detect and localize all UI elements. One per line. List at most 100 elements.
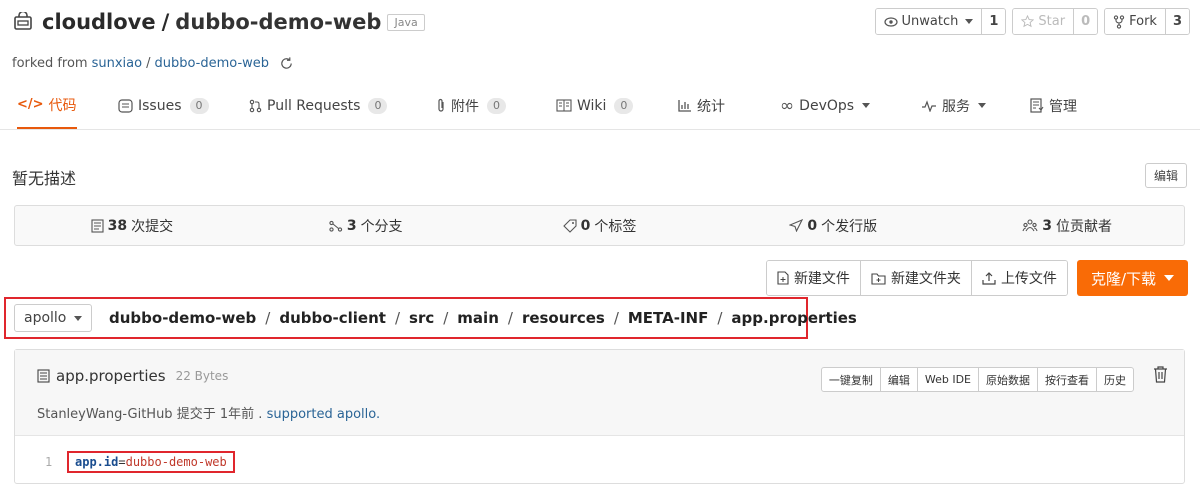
fork-icon — [1113, 14, 1125, 29]
stat-releases[interactable]: 0 个发行版 — [716, 206, 950, 245]
file-panel: app.properties 22 Bytes StanleyWang-GitH… — [14, 349, 1185, 484]
line-number[interactable]: 1 — [45, 455, 63, 469]
code-value: dubbo-demo-web — [125, 455, 227, 469]
stat-contributors[interactable]: 3 位贡献者 — [950, 206, 1184, 245]
repo-title: cloudlove / dubbo-demo-web Java — [42, 10, 425, 34]
watch-count[interactable]: 1 — [981, 9, 1006, 34]
web-ide-button[interactable]: Web IDE — [918, 368, 979, 391]
copy-button[interactable]: 一键复制 — [822, 368, 881, 391]
tags-label: 个标签 — [594, 218, 637, 235]
new-file-label: 新建文件 — [793, 271, 850, 287]
issues-count-badge: 0 — [189, 97, 209, 114]
contributors-label: 位贡献者 — [1055, 218, 1112, 235]
eye-icon — [883, 16, 898, 28]
chevron-down-icon — [965, 19, 974, 24]
code-equals: = — [118, 455, 126, 469]
breadcrumb-separator: / — [394, 309, 401, 327]
forked-from-line: forked from sunxiao / dubbo-demo-web — [12, 56, 294, 71]
new-file-button[interactable]: 新建文件 — [766, 261, 861, 295]
branches-count: 3 — [346, 217, 357, 234]
breadcrumb-item[interactable]: META-INF — [628, 309, 708, 327]
breadcrumb-separator: / — [507, 309, 513, 327]
commits-label: 次提交 — [131, 218, 174, 235]
clone-download-button[interactable]: 克隆/下载 — [1076, 260, 1188, 296]
forked-from-repo-link[interactable]: dubbo-demo-web — [154, 56, 269, 71]
file-icon — [37, 369, 50, 383]
sync-icon[interactable] — [279, 56, 294, 71]
file-title: app.properties 22 Bytes — [37, 367, 228, 385]
tab-manage[interactable]: 管理 — [1030, 82, 1077, 129]
history-button[interactable]: 历史 — [1097, 368, 1133, 391]
forked-from-owner-link[interactable]: sunxiao — [92, 56, 142, 71]
watch-button[interactable]: Unwatch 1 — [874, 8, 1007, 35]
chevron-down-icon — [74, 315, 83, 321]
fork-count[interactable]: 3 — [1164, 9, 1189, 34]
new-folder-label: 新建文件夹 — [890, 271, 961, 287]
file-name: app.properties — [56, 367, 166, 385]
send-icon — [789, 219, 804, 232]
star-icon — [1021, 15, 1035, 28]
issues-icon — [118, 98, 133, 113]
tab-stats[interactable]: 统计 — [678, 82, 725, 129]
tab-manage-label: 管理 — [1049, 98, 1077, 115]
clone-download-label: 克隆/下载 — [1090, 269, 1156, 288]
stat-commits[interactable]: 38 次提交 — [15, 206, 249, 245]
tab-code-label: 代码 — [48, 97, 77, 114]
repo-description: 暂无描述 — [12, 169, 77, 188]
tab-pull-requests[interactable]: Pull Requests 0 — [249, 82, 388, 129]
breadcrumb-item[interactable]: main — [457, 309, 499, 327]
commit-author[interactable]: StanleyWang-GitHub — [37, 407, 173, 422]
tab-attachments-label: 附件 — [451, 98, 479, 115]
contributors-count: 3 — [1042, 217, 1052, 234]
breadcrumb-item[interactable]: dubbo-demo-web — [109, 309, 256, 327]
commit-message-link[interactable]: supported apollo. — [267, 407, 381, 422]
file-action-toolbar: 新建文件 新建文件夹 上传文件 克隆/下载 — [765, 260, 1188, 296]
tab-wiki[interactable]: Wiki 0 — [556, 82, 634, 129]
edit-file-button[interactable]: 编辑 — [881, 368, 918, 391]
star-label: Star — [1038, 14, 1066, 29]
code-line: 1 app.id = dubbo-demo-web — [45, 451, 235, 473]
paperclip-icon — [436, 98, 446, 113]
branch-select[interactable]: apollo — [14, 304, 93, 332]
edit-description-button[interactable]: 编辑 — [1144, 163, 1187, 188]
commit-time: 1年前 — [219, 407, 255, 422]
trash-icon[interactable] — [1153, 366, 1168, 383]
bar-chart-icon — [678, 99, 692, 112]
blame-button[interactable]: 按行查看 — [1038, 368, 1097, 391]
breadcrumb-item[interactable]: src — [409, 309, 434, 327]
file-size: 22 Bytes — [175, 369, 229, 383]
upload-icon — [982, 271, 996, 285]
new-file-icon — [777, 271, 789, 285]
tab-services-label: 服务 — [942, 98, 970, 115]
repo-name-link[interactable]: dubbo-demo-web — [175, 10, 381, 34]
stat-tags[interactable]: 0 个标签 — [483, 206, 717, 245]
tab-services[interactable]: 服务 — [921, 82, 986, 129]
branches-label: 个分支 — [360, 218, 403, 235]
tab-devops[interactable]: ∞ DevOps — [780, 82, 871, 129]
breadcrumb-current: app.properties — [731, 309, 857, 327]
tab-issues[interactable]: Issues 0 — [118, 82, 209, 129]
star-count[interactable]: 0 — [1073, 9, 1098, 34]
branch-icon — [329, 220, 343, 232]
file-tools: 一键复制 编辑 Web IDE 原始数据 按行查看 历史 — [820, 367, 1134, 392]
book-icon — [556, 99, 572, 112]
upload-file-label: 上传文件 — [1000, 271, 1057, 287]
attachments-count-badge: 0 — [487, 97, 506, 114]
chevron-down-icon — [978, 103, 986, 108]
breadcrumb-item[interactable]: dubbo-client — [279, 309, 386, 327]
raw-button[interactable]: 原始数据 — [979, 368, 1038, 391]
commits-icon — [91, 218, 104, 233]
stat-branches[interactable]: 3 个分支 — [249, 206, 483, 245]
forked-prefix: forked from — [12, 56, 88, 71]
repo-owner-link[interactable]: cloudlove — [42, 10, 156, 34]
breadcrumb-item[interactable]: resources — [522, 309, 605, 327]
tab-code[interactable]: </> 代码 — [17, 82, 77, 129]
breadcrumb: dubbo-demo-web / dubbo-client / src / ma… — [109, 306, 857, 330]
new-folder-button[interactable]: 新建文件夹 — [860, 261, 972, 295]
star-button[interactable]: Star 0 — [1012, 8, 1099, 35]
pull-requests-count-badge: 0 — [368, 97, 388, 114]
fork-button[interactable]: Fork 3 — [1104, 8, 1190, 35]
upload-file-button[interactable]: 上传文件 — [971, 261, 1067, 295]
repo-header: cloudlove / dubbo-demo-web Java — [12, 6, 425, 38]
tab-attachments[interactable]: 附件 0 — [436, 82, 506, 129]
